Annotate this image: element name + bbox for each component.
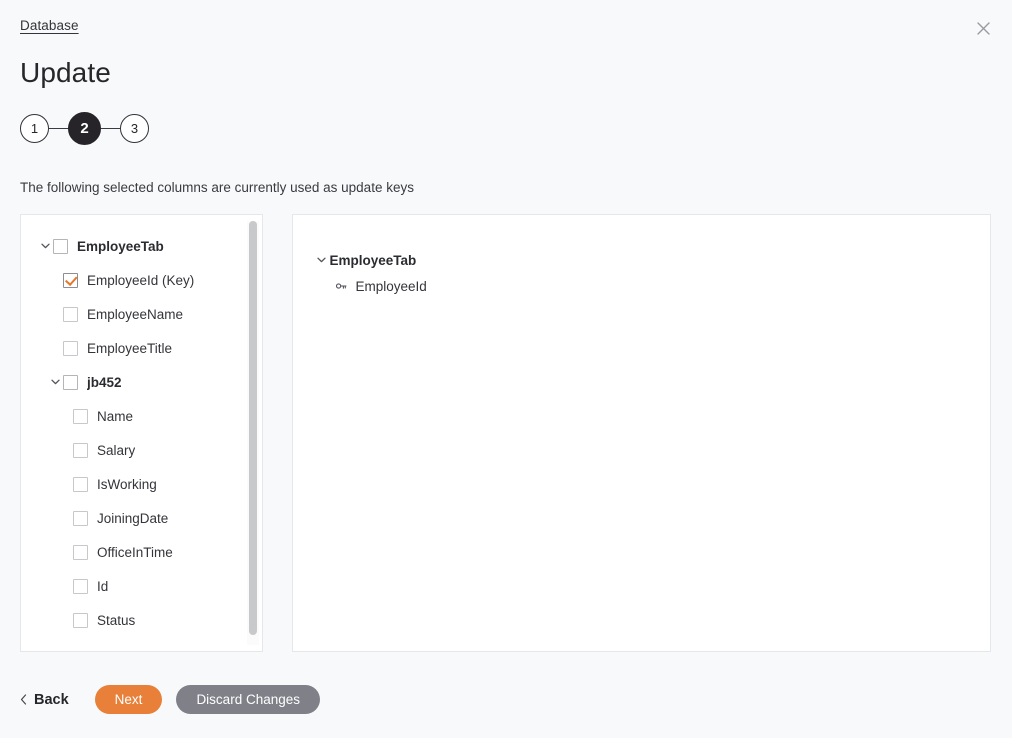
selected-key-label: EmployeeId [355, 278, 427, 294]
column-tree: EmployeeTab EmployeeId (Key) EmployeeName E… [21, 215, 262, 651]
tree-scrollbar-thumb[interactable] [249, 221, 258, 635]
tree-row[interactable]: Id [21, 569, 262, 603]
selected-keys-tree: EmployeeTab EmployeeId [293, 215, 990, 299]
tree-row[interactable]: EmployeeName [21, 297, 262, 331]
selected-key-row[interactable]: EmployeeTab [293, 247, 990, 273]
checkbox-name[interactable] [73, 408, 88, 424]
tree-row-label: OfficeInTime [97, 544, 173, 560]
selected-key-row[interactable]: EmployeeId [293, 273, 990, 299]
selected-keys-panel: EmployeeTab EmployeeId [292, 214, 991, 652]
step-connector [101, 127, 120, 130]
checkbox-employeetab[interactable] [53, 238, 68, 254]
tree-row-label: IsWorking [97, 476, 157, 492]
step-2[interactable]: 2 [68, 112, 101, 145]
key-icon [333, 282, 349, 290]
panels: EmployeeTab EmployeeId (Key) EmployeeName E… [20, 214, 991, 652]
checkbox-employeetitle[interactable] [63, 340, 78, 356]
footer-actions: Back Next Discard Changes [20, 685, 320, 714]
breadcrumb-database[interactable]: Database [20, 18, 79, 33]
checkbox-id[interactable] [73, 578, 88, 594]
stepper: 123 [20, 112, 149, 145]
tree-row[interactable]: JoiningDate [21, 501, 262, 535]
checkbox-officeintime[interactable] [73, 544, 88, 560]
tree-row[interactable]: Name [21, 399, 262, 433]
tree-scrollbar[interactable] [247, 221, 260, 645]
tree-row-label: Salary [97, 442, 136, 458]
tree-row[interactable]: Salary [21, 433, 262, 467]
chevron-down-icon[interactable] [47, 379, 63, 385]
tree-row-label: jb452 [87, 374, 122, 390]
discard-changes-button[interactable]: Discard Changes [176, 685, 320, 714]
tree-row-label: EmployeeTitle [87, 340, 173, 356]
back-button-label: Back [34, 691, 69, 708]
tree-row-label: EmployeeTab [77, 238, 164, 254]
step-3[interactable]: 3 [120, 114, 149, 143]
checkbox-salary[interactable] [73, 442, 88, 458]
back-button[interactable]: Back [20, 692, 69, 708]
tree-row[interactable]: EmployeeId (Key) [21, 263, 262, 297]
close-icon[interactable] [970, 15, 996, 41]
step-1[interactable]: 1 [20, 114, 49, 143]
tree-row[interactable]: jb452 [21, 365, 262, 399]
instruction-text: The following selected columns are curre… [20, 180, 414, 195]
checkbox-jb452[interactable] [63, 374, 78, 390]
checkbox-isworking[interactable] [73, 476, 88, 492]
tree-row[interactable]: Status [21, 603, 262, 637]
chevron-down-icon[interactable] [37, 243, 53, 249]
tree-row-label: EmployeeName [87, 306, 184, 322]
step-connector [49, 127, 68, 130]
page-title: Update [20, 57, 111, 88]
chevron-left-icon [20, 694, 27, 705]
checkbox-joiningdate[interactable] [73, 510, 88, 526]
tree-row-label: Name [97, 408, 134, 424]
tree-row[interactable]: IsWorking [21, 467, 262, 501]
checkbox-employeeid-key[interactable] [63, 272, 78, 288]
next-button[interactable]: Next [94, 685, 163, 714]
checkbox-employeename[interactable] [63, 306, 78, 322]
tree-row[interactable]: OfficeInTime [21, 535, 262, 569]
tree-row-label: EmployeeId (Key) [87, 272, 195, 288]
checkbox-status[interactable] [73, 612, 88, 628]
chevron-down-icon[interactable] [313, 257, 329, 263]
available-columns-panel: EmployeeTab EmployeeId (Key) EmployeeName E… [20, 214, 264, 652]
tree-row-label: JoiningDate [97, 510, 169, 526]
tree-row[interactable]: EmployeeTitle [21, 331, 262, 365]
tree-row-label: Id [97, 578, 109, 594]
tree-row[interactable]: EmployeeTab [21, 229, 262, 263]
tree-row-label: Status [97, 612, 136, 628]
selected-key-label: EmployeeTab [329, 252, 417, 268]
